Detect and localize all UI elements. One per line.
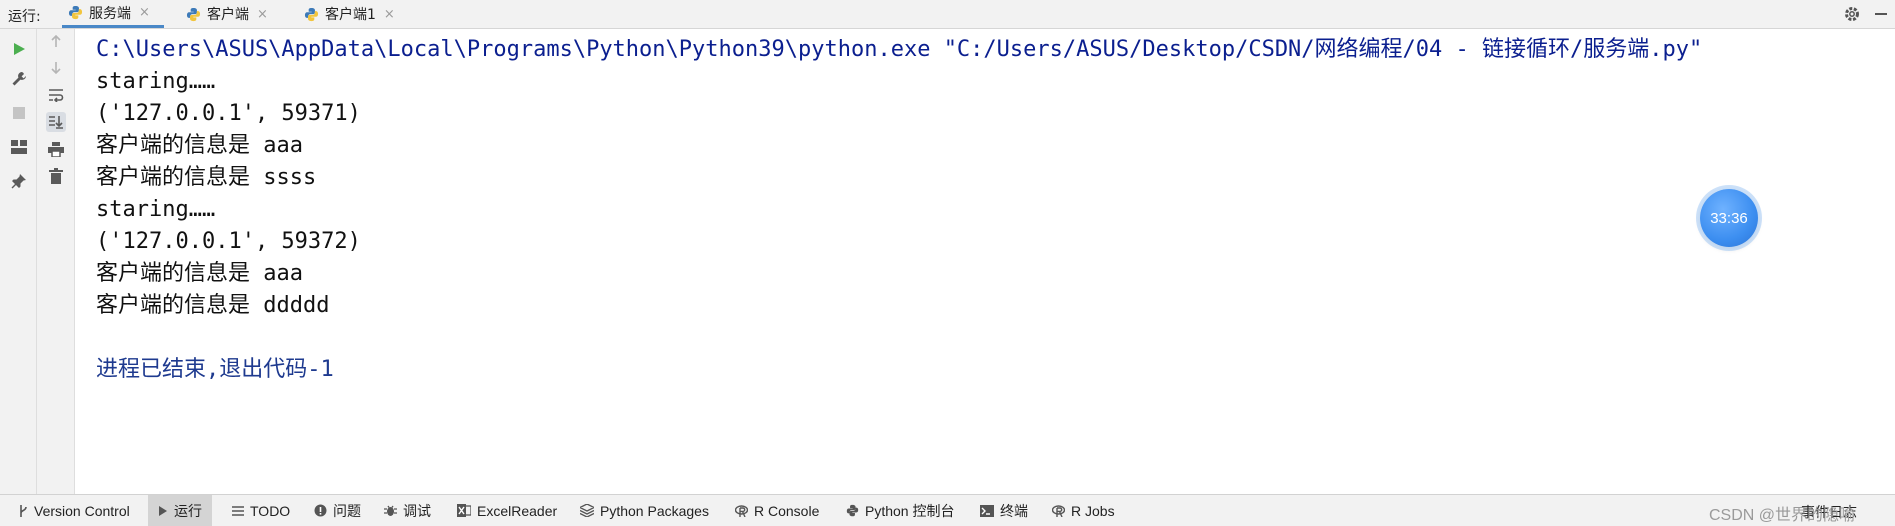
process-exit-message: 进程已结束,退出代码-1 <box>96 357 334 382</box>
packages-icon <box>580 504 594 517</box>
scroll-up-button[interactable] <box>46 31 66 51</box>
tab-server[interactable]: 服务端 × <box>62 0 164 28</box>
tab-label: 服务端 <box>89 5 131 22</box>
scroll-to-end-icon <box>49 116 63 129</box>
tab-label: 客户端1 <box>325 7 376 23</box>
scroll-to-end-button[interactable] <box>46 112 66 132</box>
console-line: staring…… <box>96 69 216 94</box>
close-icon[interactable]: × <box>257 7 268 22</box>
pin-icon <box>11 174 26 189</box>
clear-all-button[interactable] <box>46 166 66 186</box>
tab-label: Python Packages <box>600 502 709 519</box>
tab-label: 调试 <box>403 502 431 519</box>
run-label: 运行: <box>8 9 41 25</box>
minimize-icon[interactable] <box>1875 13 1887 15</box>
tab-r-console[interactable]: R Console <box>735 495 819 526</box>
console-line: ('127.0.0.1', 59372) <box>96 229 361 254</box>
tab-client1[interactable]: 客户端1 × <box>298 0 408 28</box>
stop-button[interactable] <box>9 103 29 123</box>
layout-icon <box>11 140 27 154</box>
console-line: 客户端的信息是 aaa <box>96 261 303 286</box>
tab-terminal[interactable]: 终端 <box>980 495 1028 526</box>
arrow-up-icon <box>51 34 61 47</box>
arrow-down-icon <box>51 62 61 75</box>
tab-debug[interactable]: 调试 <box>384 495 431 526</box>
python-icon <box>68 5 83 20</box>
print-button[interactable] <box>46 139 66 159</box>
console-line: ('127.0.0.1', 59371) <box>96 101 361 126</box>
tab-label: TODO <box>250 502 291 519</box>
csdn-watermark: CSDN @世界的隐喻 <box>1708 507 1855 524</box>
close-icon[interactable]: × <box>384 7 395 22</box>
tab-label: R Console <box>754 502 820 519</box>
console-command-line: C:\Users\ASUS\AppData\Local\Programs\Pyt… <box>96 37 1703 62</box>
tab-label: 客户端 <box>207 7 249 23</box>
console-line: 客户端的信息是 ssss <box>96 165 317 190</box>
run-icon <box>158 505 168 517</box>
run-tab-bar: 运行: 服务端 × 客户端 × 客户端1 × <box>0 0 1895 29</box>
python-icon <box>304 7 319 21</box>
edit-configuration-button[interactable] <box>9 69 29 89</box>
python-icon <box>186 7 201 21</box>
tab-label: Version Control <box>34 502 130 519</box>
branch-icon <box>18 504 28 518</box>
info-icon <box>314 504 327 517</box>
close-icon[interactable]: × <box>139 5 150 20</box>
tab-todo[interactable]: TODO <box>232 495 290 526</box>
list-icon <box>232 505 244 516</box>
tab-client[interactable]: 客户端 × <box>180 0 280 28</box>
print-icon <box>48 141 64 157</box>
terminal-icon <box>980 504 994 517</box>
tool-window-bar: Version Control 运行 TODO 问题 调试 ExcelReade… <box>0 494 1895 526</box>
excel-icon <box>457 504 471 517</box>
bug-icon <box>384 504 397 517</box>
run-toolbar <box>0 29 37 494</box>
tab-version-control[interactable]: Version Control <box>18 495 130 526</box>
console-line: 客户端的信息是 ddddd <box>96 293 330 318</box>
rerun-button[interactable] <box>9 39 29 59</box>
run-icon <box>14 43 25 55</box>
console-toolbar <box>37 29 75 494</box>
tab-problems[interactable]: 问题 <box>314 495 361 526</box>
soft-wrap-icon <box>49 89 64 102</box>
layout-button[interactable] <box>9 137 29 157</box>
scroll-down-button[interactable] <box>46 58 66 78</box>
r-jobs-icon <box>1052 504 1065 517</box>
python-console-icon <box>846 504 859 517</box>
tab-excel-reader[interactable]: ExcelReader <box>457 495 557 526</box>
stop-icon <box>13 107 25 119</box>
tab-run[interactable]: 运行 <box>148 495 212 526</box>
gear-icon[interactable] <box>1843 5 1861 23</box>
tab-r-jobs[interactable]: R Jobs <box>1052 495 1115 526</box>
soft-wrap-button[interactable] <box>46 85 66 105</box>
tab-label: 运行 <box>174 502 202 519</box>
trash-icon <box>49 168 63 184</box>
tab-label: 终端 <box>1000 502 1028 519</box>
wrench-icon <box>12 72 26 86</box>
console-output[interactable]: C:\Users\ASUS\AppData\Local\Programs\Pyt… <box>75 29 1895 494</box>
pin-tab-button[interactable] <box>9 171 29 191</box>
timer-bubble[interactable]: 33:36 <box>1700 189 1758 247</box>
console-line: 客户端的信息是 aaa <box>96 133 303 158</box>
console-line: staring…… <box>96 197 216 222</box>
tab-label: 问题 <box>333 502 361 519</box>
tab-label: Python 控制台 <box>865 502 955 519</box>
tab-label: ExcelReader <box>477 502 558 519</box>
tab-python-packages[interactable]: Python Packages <box>580 495 709 526</box>
tab-label: R Jobs <box>1071 502 1115 519</box>
r-icon <box>735 504 748 517</box>
tab-python-console[interactable]: Python 控制台 <box>846 495 954 526</box>
